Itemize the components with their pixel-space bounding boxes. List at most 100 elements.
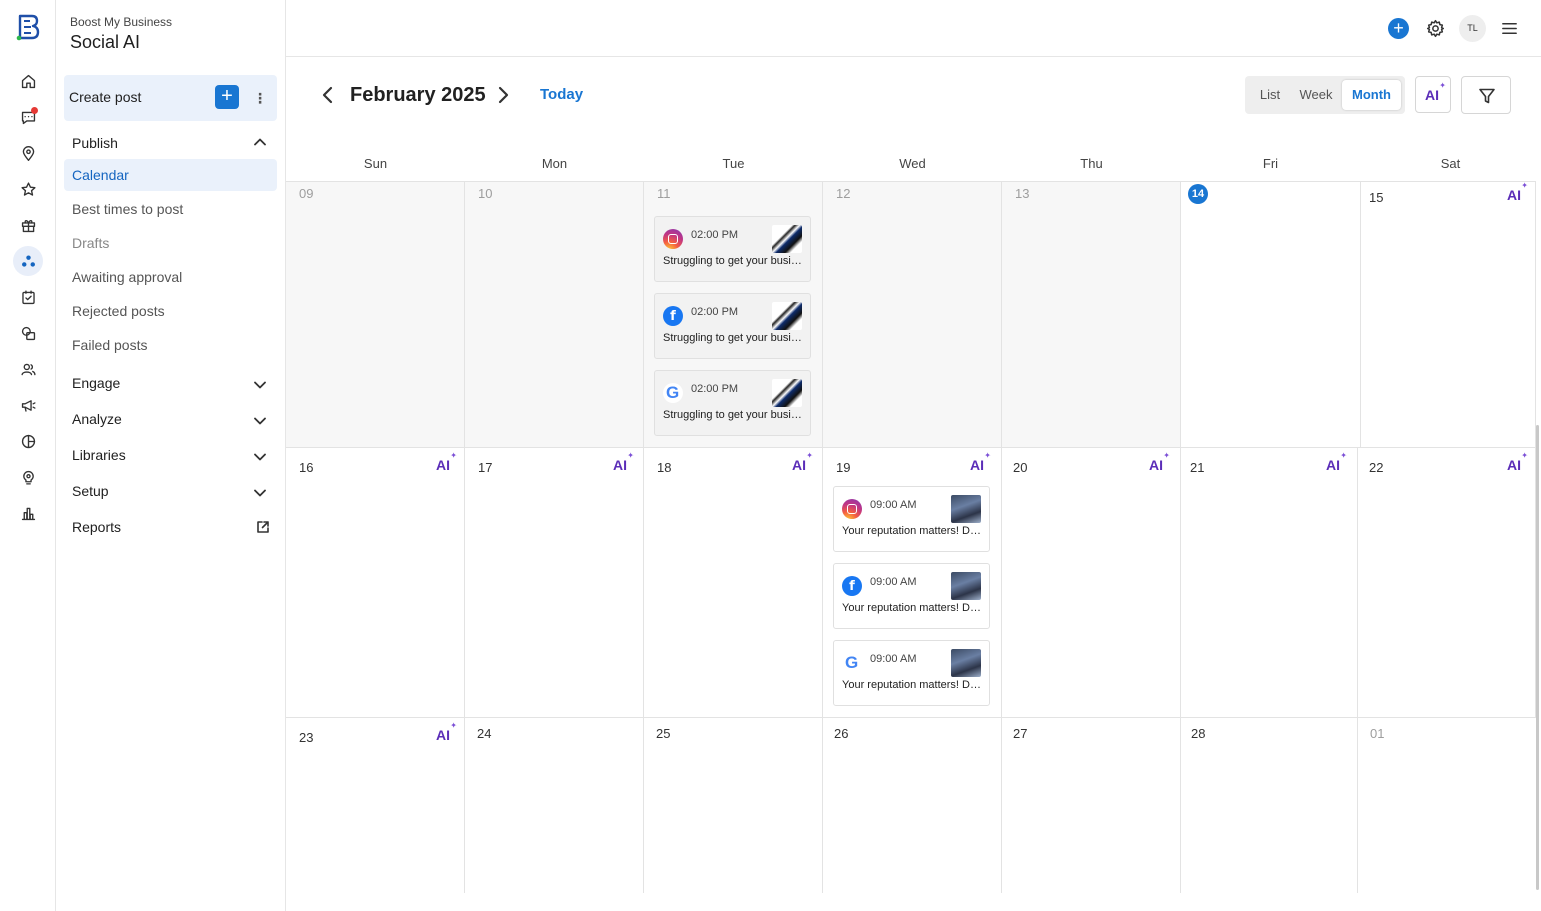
avatar[interactable]: TL (1459, 15, 1486, 42)
scheduled-post-card[interactable]: 09:00 AM Your reputation matters! Don't … (833, 486, 990, 552)
next-month-button[interactable] (493, 84, 513, 106)
gift-icon[interactable] (13, 210, 43, 240)
post-text: Struggling to get your business noticed? (663, 332, 803, 344)
ai-generate-icon[interactable]: AI (792, 451, 813, 473)
instagram-icon (842, 499, 862, 519)
day-cell[interactable]: 10 (465, 182, 644, 448)
nav-rejected-posts[interactable]: Rejected posts (64, 295, 277, 327)
nav-drafts[interactable]: Drafts (64, 227, 277, 259)
chevron-down-icon[interactable] (253, 378, 267, 392)
more-options-icon[interactable]: ⋮ (252, 88, 268, 108)
instagram-icon (663, 229, 683, 249)
bar-chart-icon[interactable] (13, 498, 43, 528)
create-post-bar[interactable]: Create post + ⋮ (64, 75, 277, 121)
day-cell[interactable]: 21 AI (1181, 448, 1358, 718)
ai-generate-icon[interactable]: AI (970, 451, 991, 473)
megaphone-icon[interactable] (13, 390, 43, 420)
pages-icon[interactable] (13, 318, 43, 348)
bulb-icon[interactable] (13, 462, 43, 492)
chevron-down-icon[interactable] (253, 486, 267, 500)
nav-reports[interactable]: Reports (72, 519, 121, 535)
day-cell[interactable]: 20 AI (1002, 448, 1181, 718)
ai-generate-icon[interactable]: AI (1149, 451, 1170, 473)
day-cell-today[interactable]: 14 (1181, 182, 1361, 448)
nav-failed-posts[interactable]: Failed posts (64, 329, 277, 361)
post-thumbnail (772, 225, 802, 253)
today-button[interactable]: Today (540, 86, 583, 103)
chevron-down-icon[interactable] (253, 414, 267, 428)
view-list-tab[interactable]: List (1249, 80, 1291, 110)
scheduled-post-card[interactable]: f 09:00 AM Your reputation matters! Don'… (833, 563, 990, 629)
post-time: 02:00 PM (691, 383, 739, 395)
chevron-up-icon[interactable] (253, 135, 267, 149)
day-cell[interactable]: 22 AI (1358, 448, 1536, 718)
weekday-tue: Tue (722, 156, 745, 171)
scheduled-post-card[interactable]: f 02:00 PM Struggling to get your busine… (654, 293, 811, 359)
ai-assist-button[interactable]: AI (1415, 76, 1451, 113)
side-panel: Boost My Business Social AI Create post … (56, 0, 286, 911)
day-number: 17 (478, 460, 493, 475)
previous-month-button[interactable] (318, 84, 338, 106)
section-publish[interactable]: Publish (72, 135, 118, 151)
ai-generate-icon[interactable]: AI (1507, 181, 1528, 203)
day-cell[interactable]: 16 AI (286, 448, 465, 718)
day-cell[interactable]: 25 (644, 718, 823, 893)
day-cell[interactable]: 19 AI 09:00 AM Your reputation matters! … (823, 448, 1002, 718)
ai-generate-icon[interactable]: AI (436, 451, 457, 473)
view-month-tab[interactable]: Month (1342, 80, 1401, 110)
nav-best-times[interactable]: Best times to post (64, 193, 277, 225)
view-week-tab[interactable]: Week (1293, 80, 1339, 110)
day-cell[interactable]: 12 (823, 182, 1002, 448)
create-post-label[interactable]: Create post (69, 89, 141, 105)
task-icon[interactable] (13, 282, 43, 312)
nav-calendar[interactable]: Calendar (64, 159, 277, 191)
ai-generate-icon[interactable]: AI (613, 451, 634, 473)
post-thumbnail (772, 379, 802, 407)
day-number: 22 (1369, 460, 1384, 475)
star-icon[interactable] (13, 174, 43, 204)
scheduled-post-card[interactable]: 02:00 PM Struggling to get your business… (654, 216, 811, 282)
hamburger-menu-icon[interactable] (1500, 19, 1519, 38)
day-cell[interactable]: 17 AI (465, 448, 644, 718)
people-icon[interactable] (13, 354, 43, 384)
ai-generate-icon[interactable]: AI (1507, 451, 1528, 473)
day-cell[interactable]: 18 AI (644, 448, 823, 718)
chevron-down-icon[interactable] (253, 450, 267, 464)
day-number: 24 (477, 726, 492, 741)
scrollbar[interactable] (1536, 425, 1539, 890)
scheduled-post-card[interactable]: G 02:00 PM Struggling to get your busine… (654, 370, 811, 436)
section-engage[interactable]: Engage (72, 375, 120, 391)
day-cell[interactable]: 27 (1002, 718, 1181, 893)
day-cell[interactable]: 24 (465, 718, 644, 893)
location-icon[interactable] (13, 138, 43, 168)
nav-awaiting-approval[interactable]: Awaiting approval (64, 261, 277, 293)
day-cell[interactable]: 15 AI (1358, 181, 1536, 448)
create-post-plus-button[interactable]: + (215, 85, 239, 109)
icon-rail (0, 0, 56, 911)
filter-button[interactable] (1461, 76, 1511, 114)
notification-dot (31, 107, 38, 114)
section-analyze[interactable]: Analyze (72, 411, 122, 427)
day-cell[interactable]: 09 (286, 182, 465, 448)
day-cell[interactable]: 13 (1002, 182, 1181, 448)
external-link-icon[interactable] (256, 520, 270, 534)
day-cell[interactable]: 01 (1358, 718, 1536, 893)
day-cell[interactable]: 11 02:00 PM Struggling to get your busin… (644, 182, 823, 448)
org-name: Boost My Business (70, 15, 173, 29)
social-icon[interactable] (13, 246, 43, 276)
day-cell[interactable]: 28 (1181, 718, 1358, 893)
day-cell[interactable]: 26 (823, 718, 1002, 893)
ai-generate-icon[interactable]: AI (1326, 451, 1347, 473)
chart-pie-icon[interactable] (13, 426, 43, 456)
brand-logo-icon[interactable] (15, 13, 41, 41)
day-cell[interactable]: 23 AI (286, 718, 465, 893)
day-number: 13 (1015, 186, 1030, 201)
section-libraries[interactable]: Libraries (72, 447, 126, 463)
gear-icon[interactable] (1426, 19, 1445, 38)
chat-icon[interactable] (13, 102, 43, 132)
ai-generate-icon[interactable]: AI (436, 721, 457, 743)
section-setup[interactable]: Setup (72, 483, 109, 499)
home-icon[interactable] (13, 66, 43, 96)
scheduled-post-card[interactable]: G 09:00 AM Your reputation matters! Don'… (833, 640, 990, 706)
add-icon[interactable]: + (1388, 18, 1409, 39)
